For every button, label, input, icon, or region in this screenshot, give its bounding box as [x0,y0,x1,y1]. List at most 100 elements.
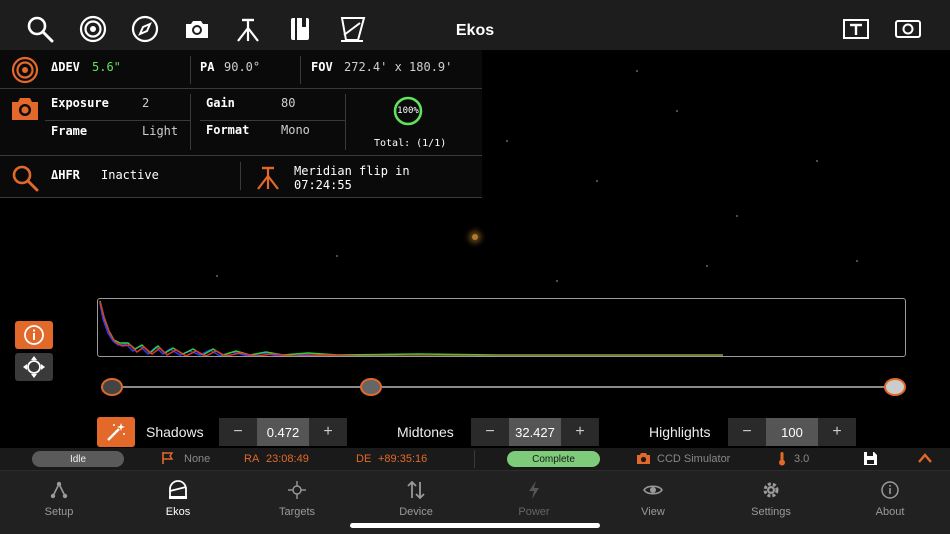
tab-ekos[interactable]: Ekos [133,479,223,518]
search-icon[interactable] [25,14,55,44]
chevron-up-icon[interactable] [917,452,933,467]
highlights-stepper: − 100 + [728,418,856,446]
exposure-value: 2 [142,96,150,110]
tab-power[interactable]: Power [489,479,579,518]
midtones-plus-button[interactable]: + [561,418,599,446]
capture-progress-ring: 100% [388,96,428,126]
temperature-value: 3.0 [794,453,810,465]
info-icon [24,325,44,345]
meridian-flip-time: 07:24:55 [294,178,352,192]
camera-icon[interactable] [182,14,212,44]
tab-label: About [875,506,905,518]
tab-settings[interactable]: Settings [726,479,816,518]
idle-status-pill: Idle [32,451,124,467]
tab-label: Device [399,506,433,518]
shadows-slider-knob[interactable] [101,378,123,396]
fov-value: 272.4' x 180.9' [344,60,453,74]
capture-frame-icon[interactable] [893,14,923,44]
camera-icon [636,452,651,468]
frame-label: Frame [51,124,88,138]
device-icon [407,480,425,500]
star [816,160,818,162]
crosshair-button[interactable] [15,353,53,381]
top-toolbar: Ekos [0,0,950,50]
highlights-value[interactable]: 100 [766,418,818,446]
power-icon [529,481,539,499]
mount-flag-icon [161,451,175,468]
star [856,260,858,262]
highlights-minus-button[interactable]: − [728,418,766,446]
ra-label: RA [244,453,260,465]
star [506,140,508,142]
highlights-slider-knob[interactable] [884,378,906,396]
shadows-label: Shadows [146,424,204,440]
star [636,70,638,72]
status-bar: Idle None RA 23:08:49 DE +89:35:16 Compl… [0,448,950,470]
meridian-flip-text: Meridian flip in [294,164,410,178]
mount-status: None [184,453,211,465]
focus-search-icon [11,164,39,192]
hfr-value: Inactive [101,168,159,182]
shadows-minus-button[interactable]: − [219,418,257,446]
star [736,215,738,217]
shadows-plus-button[interactable]: + [309,418,347,446]
tab-label: Settings [751,506,791,518]
settings-icon [763,482,779,498]
shadows-stepper: − 0.472 + [219,418,347,446]
guide-target-icon[interactable] [78,14,108,44]
de-label: DE [356,453,372,465]
histogram[interactable] [97,298,906,357]
tab-device[interactable]: Device [371,479,461,518]
notebook-icon[interactable] [285,14,315,44]
about-icon [881,481,899,499]
magic-wand-icon [107,423,125,441]
text-overlay-icon[interactable] [841,14,871,44]
capture-complete-pill: Complete [507,451,600,467]
auto-stretch-button[interactable] [97,417,135,447]
tab-about[interactable]: About [845,479,935,518]
guide-target-icon [11,56,39,84]
star [706,265,708,267]
targets-icon [288,481,306,499]
progress-text: 100% [397,106,419,116]
shadows-value[interactable]: 0.472 [257,418,309,446]
midtones-value[interactable]: 32.427 [509,418,561,446]
tab-targets[interactable]: Targets [252,479,342,518]
view-icon [643,485,663,495]
tab-view[interactable]: View [608,479,698,518]
star [556,280,558,282]
midtones-slider-knob[interactable] [360,378,382,396]
total-text: Total: (1/1) [374,138,447,149]
crosshair-move-icon [23,356,45,378]
highlights-label: Highlights [649,424,711,440]
hfr-label: ΔHFR [51,168,80,182]
highlights-plus-button[interactable]: + [818,418,856,446]
home-indicator [350,523,600,528]
gain-label: Gain [206,96,235,110]
fov-label: FOV [311,60,333,74]
dev-value: 5.6" [92,60,121,74]
info-button[interactable] [15,321,53,349]
tripod-icon[interactable] [233,14,263,44]
dev-label: ΔDEV [51,60,80,74]
tab-setup[interactable]: Setup [14,479,104,518]
tab-label: View [641,506,665,518]
thermometer-icon [777,451,787,469]
status-panel: ΔDEV 5.6" PA 90.0° FOV 272.4' x 180.9' E… [0,50,482,198]
save-icon[interactable] [863,451,878,469]
tab-label: Targets [278,506,316,518]
tab-label: Setup [44,506,74,518]
midtones-stepper: − 32.427 + [471,418,599,446]
flat-panel-icon[interactable] [337,14,367,44]
ra-value: 23:08:49 [266,453,309,465]
compass-icon[interactable] [130,14,160,44]
midtones-minus-button[interactable]: − [471,418,509,446]
format-label: Format [206,123,250,137]
de-value: +89:35:16 [378,453,428,465]
camera-icon [11,96,39,122]
star [216,275,218,277]
stretch-slider-track[interactable] [112,386,896,388]
gain-value: 80 [281,96,296,110]
star [676,110,678,112]
midtones-label: Midtones [397,424,454,440]
